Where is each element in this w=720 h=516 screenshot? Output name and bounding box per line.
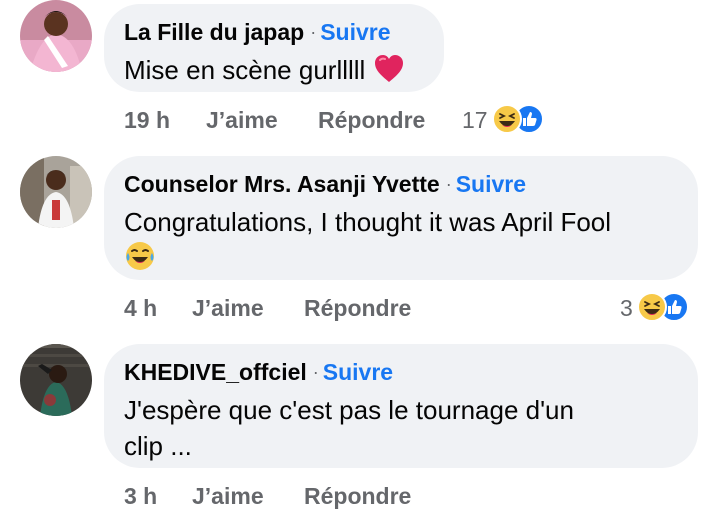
reaction-icons xyxy=(636,292,689,322)
like-button[interactable]: J’aime xyxy=(206,106,318,134)
laughing-face-icon xyxy=(636,292,667,322)
comment-bubble: Counselor Mrs. Asanji Yvette · Suivre Cong… xyxy=(104,156,698,280)
reply-button[interactable]: Répondre xyxy=(304,294,411,322)
timestamp[interactable]: 3 h xyxy=(124,482,192,510)
comment-text: Congratulations, I thought it was April … xyxy=(124,204,676,276)
red-heart-icon xyxy=(374,55,403,82)
comment-text: J'espère que c'est pas le tournage d'un … xyxy=(124,392,676,464)
reaction-summary[interactable]: 3 xyxy=(620,292,689,322)
author-name[interactable]: KHEDIVE_offciel xyxy=(124,359,307,385)
follow-button[interactable]: Suivre xyxy=(320,19,390,45)
author-line: KHEDIVE_offciel · Suivre xyxy=(124,358,676,388)
avatar[interactable] xyxy=(20,344,92,416)
tears-of-joy-icon xyxy=(126,242,154,270)
follow-button[interactable]: Suivre xyxy=(323,359,393,385)
comment-text-line: Mise en scène gurlllll xyxy=(124,55,366,85)
comment-actions: 4 h J’aime Répondre xyxy=(124,294,411,322)
avatar[interactable] xyxy=(20,0,92,72)
emoji-line xyxy=(124,240,676,276)
reaction-count: 17 xyxy=(462,107,488,133)
timestamp[interactable]: 19 h xyxy=(124,106,206,134)
reaction-summary[interactable]: 17 xyxy=(462,104,544,134)
comment-text-line: J'espère que c'est pas le tournage d'un xyxy=(124,395,574,425)
separator-dot: · xyxy=(310,22,317,42)
author-line: La Fille du japap · Suivre xyxy=(124,18,422,48)
author-line: Counselor Mrs. Asanji Yvette · Suivre xyxy=(124,170,676,200)
comment-text: Mise en scène gurlllll xyxy=(124,52,422,88)
reaction-icons xyxy=(491,104,544,134)
author-name[interactable]: La Fille du japap xyxy=(124,19,304,45)
follow-button[interactable]: Suivre xyxy=(456,171,526,197)
reply-button[interactable]: Répondre xyxy=(304,482,411,510)
comment-1: La Fille du japap · Suivre Mise en scène g… xyxy=(0,0,720,150)
reaction-count: 3 xyxy=(620,295,633,321)
comment-bubble: La Fille du japap · Suivre Mise en scène g… xyxy=(104,4,444,92)
reply-button[interactable]: Répondre xyxy=(318,106,425,134)
like-button[interactable]: J’aime xyxy=(192,482,304,510)
laughing-face-icon xyxy=(491,104,522,134)
separator-dot: · xyxy=(312,362,319,382)
avatar[interactable] xyxy=(20,156,92,228)
profile-photo-icon xyxy=(20,0,92,72)
profile-photo-icon xyxy=(20,156,92,228)
comment-text-line: clip ... xyxy=(124,431,192,461)
profile-photo-icon xyxy=(20,344,92,416)
comment-3: KHEDIVE_offciel · Suivre J'espère que c'es… xyxy=(0,344,720,516)
timestamp[interactable]: 4 h xyxy=(124,294,192,322)
comment-text-line: Congratulations, I thought it was April … xyxy=(124,207,612,237)
comment-actions: 3 h J’aime Répondre xyxy=(124,482,411,510)
like-button[interactable]: J’aime xyxy=(192,294,304,322)
comment-actions: 19 h J’aime Répondre xyxy=(124,106,425,134)
comment-bubble: KHEDIVE_offciel · Suivre J'espère que c'es… xyxy=(104,344,698,468)
comment-2: Counselor Mrs. Asanji Yvette · Suivre Cong… xyxy=(0,156,720,336)
separator-dot: · xyxy=(445,174,452,194)
author-name[interactable]: Counselor Mrs. Asanji Yvette xyxy=(124,171,440,197)
